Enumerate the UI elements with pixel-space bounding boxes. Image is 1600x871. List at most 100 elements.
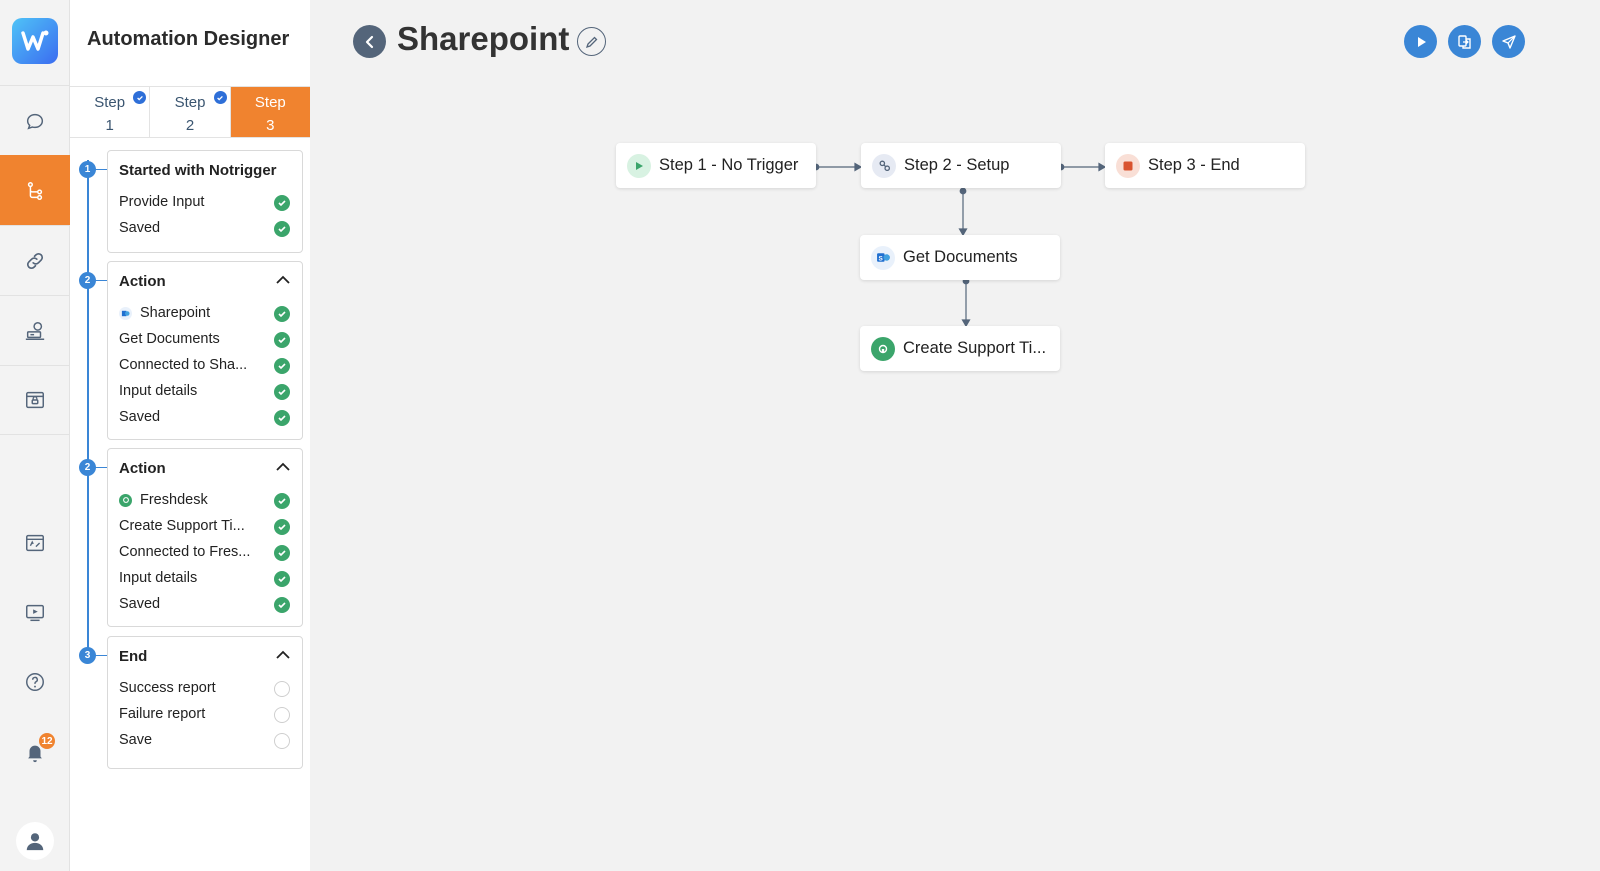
check-circle-icon <box>274 519 290 535</box>
node-label: Step 1 - No Trigger <box>659 156 799 174</box>
check-circle-icon <box>274 571 290 587</box>
flow-node-get-documents[interactable]: S Get Documents <box>860 235 1060 280</box>
tab-step-3[interactable]: Step 3 <box>230 87 310 137</box>
step-number-badge: 3 <box>79 647 107 664</box>
freshdesk-icon <box>871 336 895 361</box>
chevron-up-icon[interactable] <box>276 650 290 660</box>
card-title[interactable]: Action <box>108 262 302 300</box>
card-title-label: Action <box>119 459 166 477</box>
node-label: Step 2 - Setup <box>904 156 1010 174</box>
nav-integrations[interactable] <box>0 225 70 295</box>
checklist-row: Input details <box>108 378 302 404</box>
back-button[interactable] <box>353 25 386 58</box>
checklist-card-end: End Success report Failure report Save <box>107 636 303 769</box>
app-logo[interactable] <box>12 18 58 64</box>
node-label: Get Documents <box>903 248 1018 266</box>
tab-number: 1 <box>105 117 114 134</box>
row-label: Saved <box>119 220 161 236</box>
user-avatar[interactable] <box>16 822 54 860</box>
row-label: Freshdesk <box>140 492 208 508</box>
row-label: Input details <box>119 383 198 399</box>
nav-chat[interactable] <box>0 85 70 155</box>
empty-circle-icon <box>274 733 290 749</box>
video-play-icon <box>26 604 44 622</box>
tab-step-1[interactable]: Step 1 <box>70 87 151 137</box>
nav-archive[interactable] <box>0 365 70 435</box>
node-label: Step 3 - End <box>1148 156 1240 174</box>
checklist-row: Save <box>108 727 302 753</box>
check-circle-icon <box>274 195 290 211</box>
copy-icon <box>1457 34 1471 49</box>
chevron-up-icon[interactable] <box>276 462 290 472</box>
step-tabs: Step 1 Step 2 Step 3 <box>70 86 310 138</box>
step-number-badge: 1 <box>79 161 107 178</box>
checklist-row: Get Documents <box>108 326 302 352</box>
checklist-card-action-freshdesk: Action Freshdesk Create Support Ti... Co… <box>107 448 303 627</box>
checklist-row: Saved <box>108 215 302 241</box>
card-title-label: Action <box>119 272 166 290</box>
check-circle-icon <box>274 597 290 613</box>
check-circle-icon <box>274 358 290 374</box>
timeline-line <box>87 160 89 660</box>
row-label: Input details <box>119 570 198 586</box>
tab-step-2[interactable]: Step 2 <box>150 87 231 137</box>
left-rail: 12 <box>0 0 70 871</box>
bot-desk-icon <box>25 321 45 340</box>
logo-icon <box>21 30 49 51</box>
row-label: Create Support Ti... <box>119 518 245 534</box>
duplicate-button[interactable] <box>1448 25 1481 58</box>
row-label: Connected to Fres... <box>119 544 251 560</box>
check-circle-icon <box>274 306 290 322</box>
card-title[interactable]: Started with Notrigger <box>108 151 302 189</box>
checklist-row: Freshdesk <box>108 487 302 513</box>
step-panel: Automation Designer Step 1 Step 2 Step 3… <box>70 0 310 871</box>
help-circle-icon <box>26 673 44 691</box>
checklist-row: Connected to Fres... <box>108 539 302 565</box>
run-button[interactable] <box>1404 25 1437 58</box>
checklist-row: Failure report <box>108 701 302 727</box>
play-icon <box>1417 36 1426 47</box>
tab-number: 2 <box>185 117 195 134</box>
archive-box-icon <box>26 391 44 409</box>
nav-media[interactable] <box>0 588 70 638</box>
checklist-row: Sharepoint <box>108 300 302 326</box>
chevron-up-icon[interactable] <box>276 275 290 285</box>
flow-node-step1[interactable]: Step 1 - No Trigger <box>616 143 816 188</box>
flow-branch-icon <box>27 181 43 200</box>
nav-workflow[interactable] <box>0 155 70 225</box>
tab-label: Step <box>254 94 286 111</box>
svg-text:S: S <box>878 255 883 262</box>
flow-node-step2[interactable]: Step 2 - Setup <box>861 143 1061 188</box>
row-label: Provide Input <box>119 194 205 210</box>
nav-bots[interactable] <box>0 295 70 365</box>
nav-notifications[interactable]: 12 <box>0 727 70 777</box>
card-title[interactable]: End <box>108 637 302 675</box>
publish-button[interactable] <box>1492 25 1525 58</box>
nav-forms[interactable] <box>0 518 70 568</box>
row-label: Save <box>119 732 153 748</box>
freshdesk-icon <box>119 493 132 507</box>
panel-title: Automation Designer <box>87 28 290 50</box>
edit-title-button[interactable] <box>577 27 606 56</box>
check-circle-icon <box>274 384 290 400</box>
checklist-row: Saved <box>108 404 302 430</box>
check-circle-icon <box>274 493 290 509</box>
row-label: Failure report <box>119 706 206 722</box>
nav-help[interactable] <box>0 657 70 707</box>
checklist-row: Provide Input <box>108 189 302 215</box>
link-icon <box>26 252 44 269</box>
flow-node-step3[interactable]: Step 3 - End <box>1105 143 1305 188</box>
pencil-icon <box>585 36 597 48</box>
card-title[interactable]: Action <box>108 449 302 487</box>
empty-circle-icon <box>274 681 290 697</box>
chevron-left-icon <box>365 35 373 48</box>
sharepoint-icon: S <box>871 245 895 270</box>
card-title-label: End <box>119 647 148 665</box>
row-label: Get Documents <box>119 331 220 347</box>
checklist-row: Saved <box>108 591 302 617</box>
check-badge-icon <box>213 91 227 104</box>
flow-node-create-ticket[interactable]: Create Support Ti... <box>860 326 1060 371</box>
tab-number: 3 <box>266 117 275 134</box>
notification-count-badge: 12 <box>39 733 55 749</box>
chat-bubble-icon <box>26 113 44 130</box>
